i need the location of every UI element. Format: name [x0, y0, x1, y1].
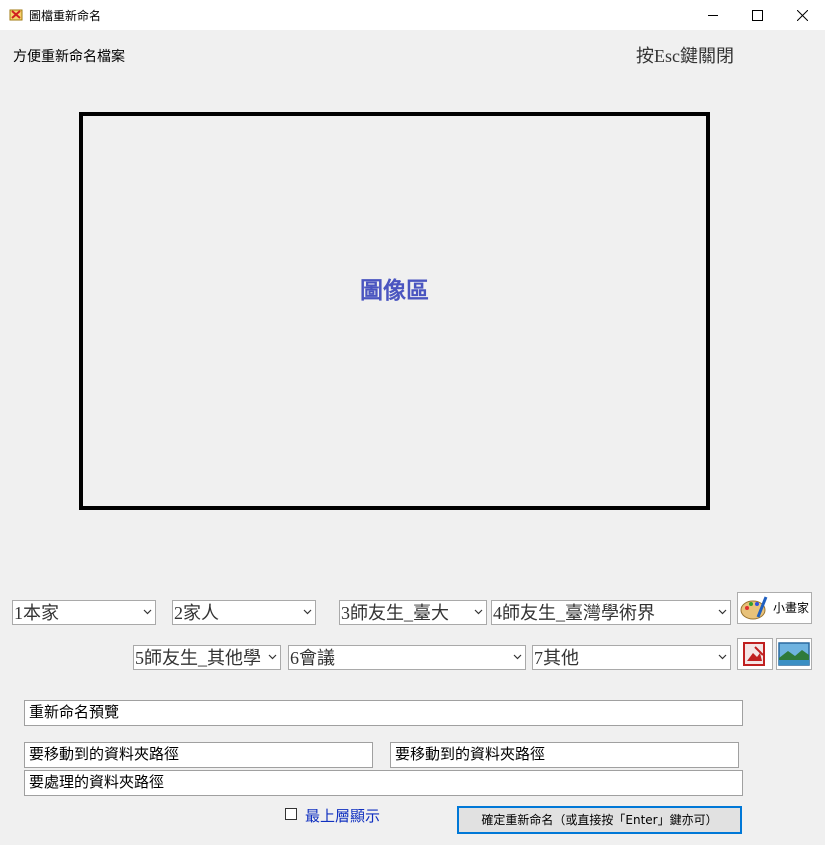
category-select-5-value: 5師友生_其他學 — [135, 648, 261, 668]
maximize-icon — [751, 9, 763, 21]
category-select-7-value: 7其他 — [534, 648, 579, 668]
category-select-1-value: 1本家 — [14, 603, 59, 623]
landscape-photo-icon — [778, 642, 810, 666]
category-select-4[interactable]: 4師友生_臺灣學術界 — [491, 600, 731, 625]
move-path-field-2[interactable]: 要移動到的資料夾路徑 — [390, 742, 739, 768]
image-area-label: 圖像區 — [360, 278, 429, 303]
window-title: 圖檔重新命名 — [29, 9, 102, 23]
subtitle-label: 方便重新命名檔案 — [13, 48, 125, 64]
image-editor-button[interactable] — [737, 638, 773, 670]
chevron-down-icon — [143, 609, 152, 615]
move-path-value-1: 要移動到的資料夾路徑 — [29, 746, 180, 763]
topmost-label[interactable]: 最上層顯示 — [305, 805, 380, 826]
title-bar: 圖檔重新命名 — [0, 0, 825, 30]
category-select-6-value: 6會議 — [290, 648, 335, 668]
category-select-2-value: 2家人 — [174, 603, 219, 623]
chevron-down-icon — [513, 654, 522, 660]
process-path-value: 要處理的資料夾路徑 — [29, 774, 165, 791]
image-editor-icon — [743, 642, 765, 666]
category-select-6[interactable]: 6會議 — [288, 645, 526, 670]
category-select-3[interactable]: 3師友生_臺大 — [339, 600, 487, 625]
image-preview-area[interactable]: 圖像區 — [79, 112, 710, 510]
chevron-down-icon — [718, 654, 727, 660]
app-icon — [9, 9, 23, 21]
rename-preview-value: 重新命名預覽 — [29, 704, 120, 721]
category-select-3-value: 3師友生_臺大 — [341, 603, 449, 623]
paint-palette-icon — [740, 596, 768, 620]
paint-button-label: 小畫家 — [773, 601, 810, 615]
category-select-1[interactable]: 1本家 — [12, 600, 156, 625]
close-icon — [796, 9, 808, 21]
minimize-icon — [707, 14, 718, 16]
esc-hint-label: 按Esc鍵關閉 — [636, 46, 734, 66]
category-select-4-value: 4師友生_臺灣學術界 — [493, 603, 655, 623]
rename-preview-field[interactable]: 重新命名預覽 — [24, 700, 743, 726]
category-select-7[interactable]: 7其他 — [532, 645, 731, 670]
chevron-down-icon — [303, 609, 312, 615]
category-select-2[interactable]: 2家人 — [172, 600, 316, 625]
move-path-value-2: 要移動到的資料夾路徑 — [395, 746, 546, 763]
category-select-5[interactable]: 5師友生_其他學 — [133, 645, 281, 670]
chevron-down-icon — [268, 654, 277, 660]
process-path-field[interactable]: 要處理的資料夾路徑 — [24, 770, 743, 796]
paint-button[interactable]: 小畫家 — [737, 592, 812, 624]
minimize-button[interactable] — [690, 0, 736, 30]
move-path-field-1[interactable]: 要移動到的資料夾路徑 — [24, 742, 373, 768]
confirm-rename-button[interactable]: 確定重新命名（或直接按「Enter」鍵亦可） — [457, 806, 742, 834]
chevron-down-icon — [718, 609, 727, 615]
maximize-button[interactable] — [734, 0, 780, 30]
topmost-checkbox[interactable] — [285, 808, 297, 820]
photo-viewer-button[interactable] — [776, 638, 812, 670]
chevron-down-icon — [474, 609, 483, 615]
close-button[interactable] — [779, 0, 825, 30]
